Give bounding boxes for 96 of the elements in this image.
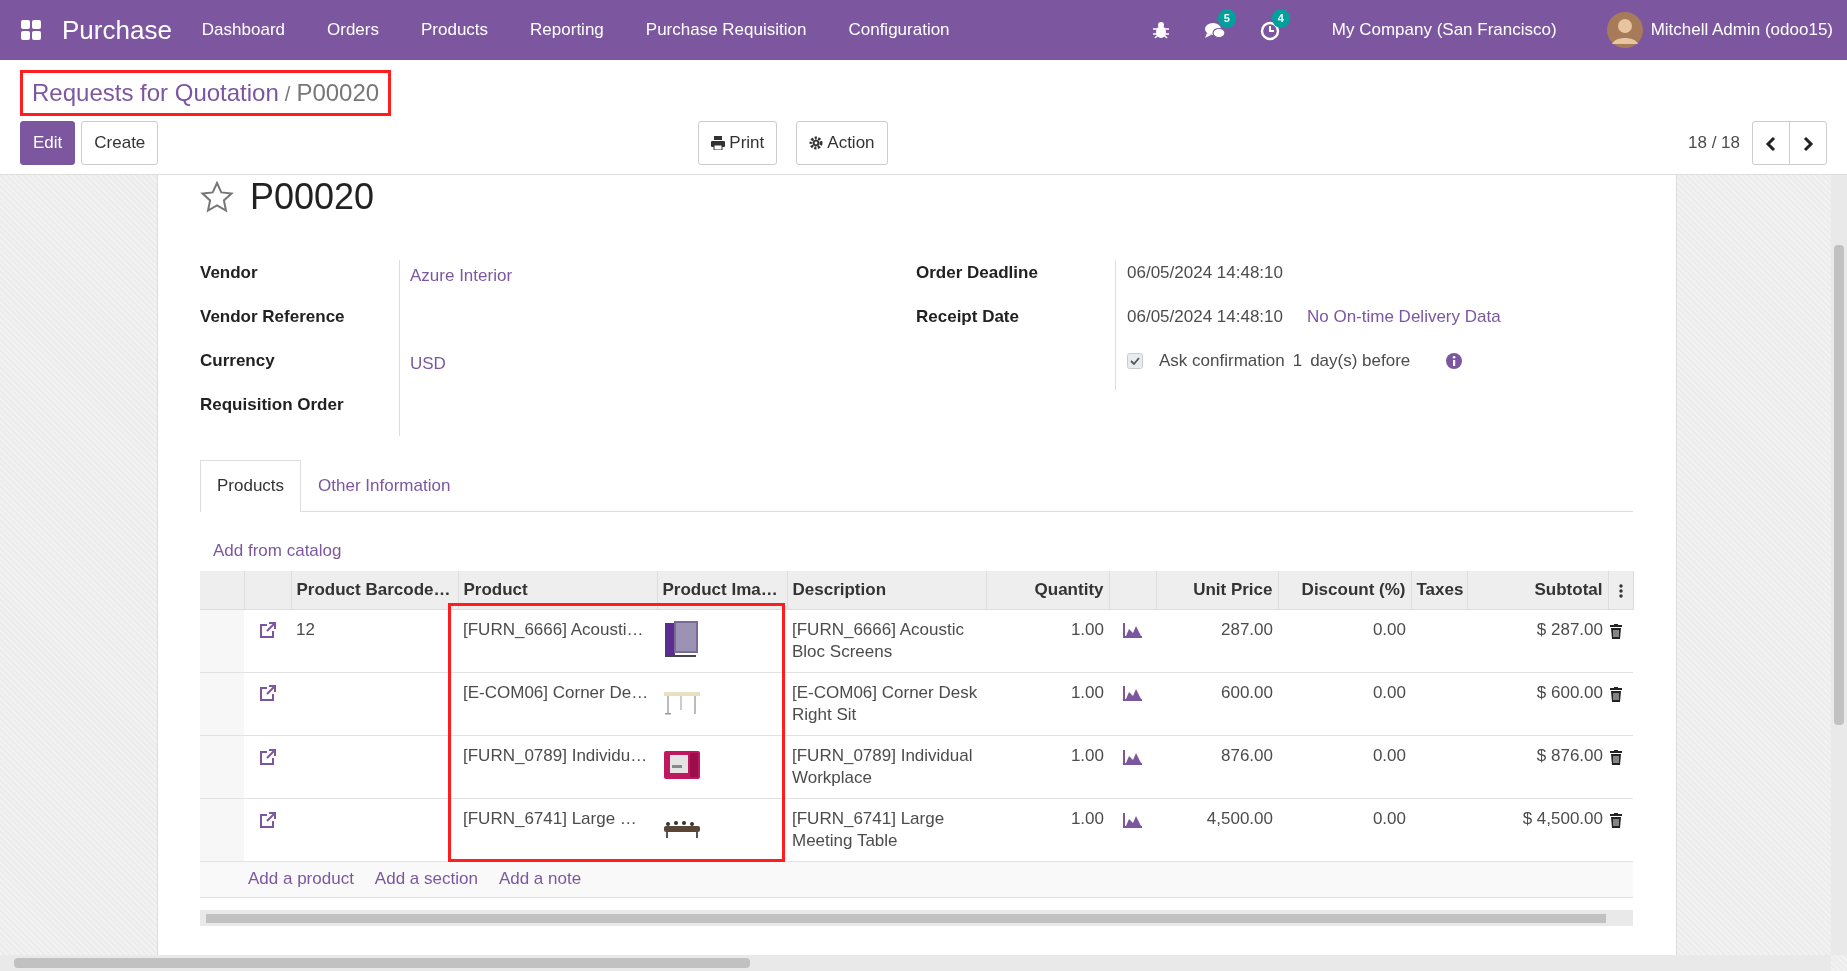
trash-icon[interactable] — [1610, 813, 1622, 829]
checkbox-label: Ask confirmation — [1159, 350, 1285, 373]
table-cell: 1.00 — [1070, 809, 1104, 829]
trash-icon[interactable] — [1610, 750, 1622, 766]
external-link-icon[interactable] — [258, 621, 277, 640]
user-menu[interactable]: Mitchell Admin (odoo15) — [1650, 17, 1833, 43]
breadcrumb-separator: / — [284, 82, 291, 107]
notification-badge: 5 — [1217, 9, 1236, 28]
area-chart-icon[interactable] — [1122, 685, 1143, 702]
field-label: Order Deadline — [916, 263, 1038, 283]
table-cell: [FURN_6666] Acoustic Bloc Screens — [792, 619, 964, 661]
field-value: 06/05/2024 14:48:10 — [1127, 262, 1283, 285]
notification-badge: 4 — [1271, 9, 1290, 28]
checkbox[interactable] — [1127, 352, 1143, 369]
add-line-link[interactable]: Add a product — [248, 868, 354, 891]
menu-item[interactable]: Orders — [327, 17, 379, 43]
field-label: Requisition Order — [200, 395, 344, 415]
table-cell: $ 4,500.00 — [1522, 809, 1603, 829]
table-cell: [FURN_6741] Large Meeting Table — [792, 809, 945, 851]
scrollbar[interactable] — [0, 955, 1831, 971]
table-cell: $ 287.00 — [1536, 619, 1603, 639]
table-cell: 1.00 — [1070, 746, 1104, 766]
kebab-menu-icon[interactable] — [1618, 583, 1623, 598]
scrollbar[interactable] — [1831, 175, 1847, 955]
info-icon[interactable] — [1446, 352, 1463, 369]
table-cell: 1.00 — [1070, 682, 1104, 702]
scrollbar[interactable] — [200, 910, 1633, 927]
clock-icon[interactable] — [1259, 20, 1280, 41]
add-line-link[interactable]: Add a note — [498, 868, 582, 891]
menu-item[interactable]: Configuration — [848, 17, 950, 43]
area-chart-icon[interactable] — [1122, 811, 1143, 828]
menu-item[interactable]: Products — [421, 17, 489, 43]
external-link-icon[interactable] — [258, 810, 277, 829]
table-cell: 1.00 — [1070, 619, 1104, 639]
chevron-right-icon — [1802, 136, 1814, 151]
field-label: Receipt Date — [916, 307, 1019, 327]
menu-item[interactable]: Purchase Requisition — [645, 17, 807, 43]
table-cell: 600.00 — [1221, 682, 1273, 702]
next-button[interactable] — [1789, 121, 1827, 165]
print-button[interactable]: Print — [698, 121, 778, 165]
bug-icon[interactable] — [1151, 21, 1170, 39]
column-header[interactable]: Product — [463, 580, 528, 600]
field-value-link[interactable]: Azure Interior — [410, 266, 513, 286]
area-chart-icon[interactable] — [1122, 748, 1143, 765]
table-cell: [FURN_6741] Large … — [463, 809, 637, 829]
create-button[interactable]: Create — [81, 121, 159, 165]
table-cell: 0.00 — [1372, 746, 1406, 766]
trash-icon[interactable] — [1610, 686, 1622, 702]
table-cell: 0.00 — [1372, 809, 1406, 829]
external-link-icon[interactable] — [258, 684, 277, 703]
apps-menu-icon[interactable] — [20, 19, 42, 41]
table-cell: 4,500.00 — [1206, 809, 1273, 829]
trash-icon[interactable] — [1610, 623, 1622, 639]
table-cell: 287.00 — [1221, 619, 1273, 639]
area-chart-icon[interactable] — [1122, 622, 1143, 639]
tab[interactable]: Products — [200, 460, 302, 512]
table-cell: $ 876.00 — [1536, 746, 1603, 766]
action-button[interactable]: Action — [796, 121, 888, 165]
field-label: Vendor Reference — [200, 307, 345, 327]
edit-button[interactable]: Edit — [20, 121, 76, 165]
company-switcher[interactable]: My Company (San Francisco) — [1331, 17, 1557, 43]
field-value: 06/05/2024 14:48:10 — [1127, 306, 1283, 329]
add-from-catalog-link[interactable]: Add from catalog — [213, 537, 342, 564]
tab[interactable]: Other Information — [301, 460, 468, 511]
table-cell: 0.00 — [1372, 682, 1406, 702]
external-link-icon[interactable] — [258, 747, 277, 766]
record-title: P00020 — [250, 175, 375, 219]
printer-icon — [711, 135, 726, 150]
field-label: Vendor — [200, 263, 258, 283]
days-suffix: day(s) before — [1310, 350, 1411, 373]
field-value-link[interactable]: USD — [410, 354, 446, 374]
table-cell: [FURN_0789] Individu… — [463, 746, 648, 766]
chevron-left-icon — [1765, 136, 1777, 151]
table-cell: [FURN_0789] Individual Workplace — [792, 746, 973, 788]
add-line-link[interactable]: Add a section — [374, 868, 478, 891]
breadcrumb-link[interactable]: Requests for Quotation — [32, 75, 279, 111]
app-name[interactable]: Purchase — [62, 10, 172, 50]
table-cell: [FURN_6666] Acousti… — [463, 619, 644, 639]
menu-item[interactable]: Reporting — [530, 17, 604, 43]
breadcrumb-current: P00020 — [296, 78, 380, 108]
table-cell: [E-COM06] Corner De… — [463, 682, 649, 702]
menu-item[interactable]: Dashboard — [201, 17, 285, 43]
delivery-data-link[interactable]: No On-time Delivery Data — [1307, 304, 1501, 349]
table-cell: 12 — [296, 619, 315, 639]
table-cell: $ 600.00 — [1536, 682, 1603, 702]
table-cell: 0.00 — [1372, 619, 1406, 639]
avatar[interactable] — [1606, 12, 1643, 48]
days-value: 1 — [1292, 350, 1303, 373]
previous-button[interactable] — [1752, 121, 1790, 165]
star-icon[interactable] — [200, 180, 234, 213]
field-label: Currency — [200, 351, 275, 371]
table-cell: [E-COM06] Corner Desk Right Sit — [792, 682, 978, 724]
gear-icon — [809, 135, 824, 150]
pager-value: 18 / 18 — [1688, 132, 1740, 154]
chat-icon[interactable] — [1203, 20, 1226, 41]
table-cell: 876.00 — [1221, 746, 1273, 766]
